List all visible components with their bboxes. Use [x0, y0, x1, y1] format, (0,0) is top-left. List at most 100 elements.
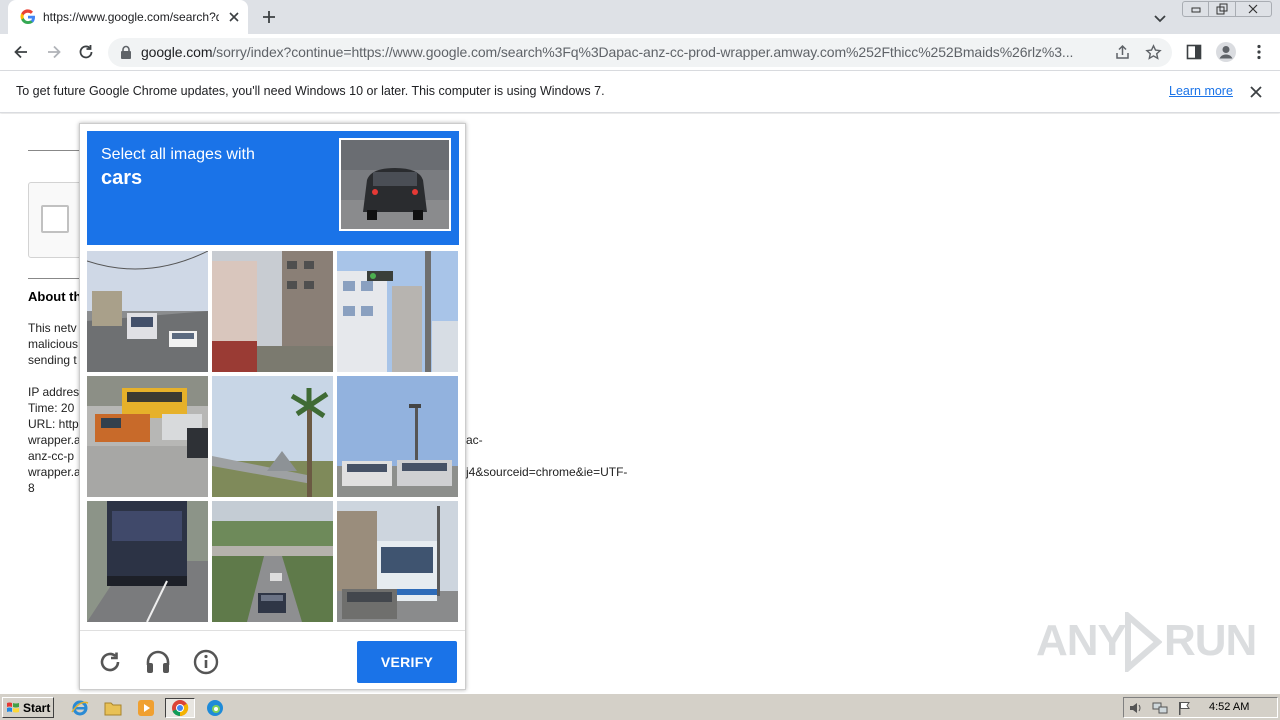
image-tile[interactable] [87, 376, 208, 497]
sample-image [339, 138, 451, 231]
url-host: google.com [141, 44, 213, 60]
update-infobar: To get future Google Chrome updates, you… [0, 71, 1280, 113]
chevron-down-icon[interactable] [1152, 10, 1168, 26]
reload-icon[interactable] [77, 43, 95, 61]
close-icon[interactable] [1249, 85, 1263, 99]
window-controls [1182, 1, 1272, 17]
more-menu-icon[interactable] [1250, 43, 1268, 61]
audio-challenge-icon[interactable] [145, 649, 171, 675]
play-logo-icon [1125, 612, 1162, 672]
image-tile[interactable] [212, 501, 333, 622]
anyrun-watermark: ANY RUN [1036, 612, 1257, 672]
google-favicon-icon [20, 9, 35, 25]
taskbar-explorer[interactable] [102, 698, 124, 718]
reload-challenge-icon[interactable] [97, 649, 123, 675]
close-icon [1248, 4, 1258, 14]
screen: https://www.google.com/search?q= google.… [0, 0, 1280, 720]
challenge-instruction: Select all images with [101, 146, 255, 163]
browser-toolbar: google.com/sorry/index?continue=https://… [0, 34, 1280, 71]
url-text[interactable]: google.com/sorry/index?continue=https://… [141, 44, 1111, 60]
info-icon[interactable] [193, 649, 219, 675]
image-tile[interactable] [87, 251, 208, 372]
recaptcha-checkbox[interactable] [41, 205, 69, 233]
lock-icon[interactable] [120, 45, 132, 60]
media-player-icon [138, 700, 154, 716]
minimize-button[interactable] [1183, 2, 1210, 16]
tile-image [337, 376, 458, 497]
page-text: URL: http [28, 417, 79, 431]
page-text: wrapper.a [28, 465, 81, 479]
taskbar-chrome[interactable] [165, 698, 195, 718]
page-text: sending t [28, 353, 77, 367]
challenge-target: cars [101, 167, 143, 189]
sample-car-image [341, 140, 449, 229]
learn-more-link[interactable]: Learn more [1169, 84, 1233, 98]
clock[interactable]: 4:52 AM [1209, 701, 1249, 713]
folder-icon [104, 702, 122, 716]
image-grid [87, 251, 459, 623]
page-text: j4&sourceid=chrome&ie=UTF- [466, 465, 628, 479]
challenge-footer: VERIFY [80, 630, 465, 690]
about-heading: About th [28, 289, 82, 304]
start-button[interactable]: Start [2, 697, 54, 718]
tile-image [212, 251, 333, 372]
tile-image [212, 501, 333, 622]
verify-button[interactable]: VERIFY [357, 641, 457, 683]
infobar-message: To get future Google Chrome updates, you… [16, 84, 605, 98]
browser-tab[interactable]: https://www.google.com/search?q= [8, 0, 248, 34]
side-panel-icon[interactable] [1185, 43, 1203, 61]
back-arrow-icon[interactable] [12, 43, 30, 61]
windows-logo-icon [7, 702, 19, 713]
minimize-icon [1191, 7, 1201, 13]
page-text: ac- [466, 433, 483, 447]
image-tile[interactable] [337, 376, 458, 497]
watermark-text-left: ANY [1036, 616, 1127, 665]
volume-icon[interactable] [1128, 701, 1144, 715]
tile-image [87, 501, 208, 622]
tile-image [337, 501, 458, 622]
challenge-header: Select all images with cars [87, 131, 459, 245]
image-tile[interactable] [337, 251, 458, 372]
forward-arrow-icon[interactable] [45, 43, 63, 61]
action-center-flag-icon[interactable] [1176, 701, 1192, 715]
page-text: 8 [28, 481, 35, 495]
tile-image [212, 376, 333, 497]
bookmark-star-icon[interactable] [1145, 44, 1162, 61]
taskbar-ie[interactable] [69, 698, 91, 718]
chrome-icon [172, 700, 189, 717]
tile-image [87, 376, 208, 497]
tab-title: https://www.google.com/search?q= [43, 10, 219, 24]
page-text: IP addres [28, 385, 80, 399]
tile-image [87, 251, 208, 372]
image-tile[interactable] [87, 501, 208, 622]
watermark-text-right: RUN [1164, 616, 1257, 665]
taskbar-edge[interactable] [204, 698, 226, 718]
edge-icon [207, 700, 223, 716]
address-bar[interactable]: google.com/sorry/index?continue=https://… [108, 38, 1172, 67]
taskbar-media-player[interactable] [135, 698, 157, 718]
tile-image [337, 251, 458, 372]
taskbar: Start 4:52 AM [0, 693, 1280, 720]
internet-explorer-icon [71, 700, 89, 716]
tab-close-icon[interactable] [226, 9, 242, 25]
close-window-button[interactable] [1236, 2, 1271, 16]
network-icon[interactable] [1152, 701, 1168, 715]
tab-strip: https://www.google.com/search?q= [0, 0, 1280, 34]
new-tab-icon[interactable] [260, 8, 278, 26]
start-label: Start [23, 700, 51, 715]
profile-avatar-icon[interactable] [1215, 41, 1237, 63]
url-path: /sorry/index?continue=https://www.google… [212, 44, 1074, 60]
restore-icon [1216, 3, 1228, 15]
recaptcha-challenge: Select all images with cars VERIFY [79, 123, 466, 690]
share-icon[interactable] [1114, 44, 1131, 61]
image-tile[interactable] [337, 501, 458, 622]
system-tray: 4:52 AM [1123, 697, 1278, 718]
image-tile[interactable] [212, 251, 333, 372]
restore-button[interactable] [1209, 2, 1236, 16]
page-text: anz-cc-p [28, 449, 75, 463]
page-text: Time: 20 [28, 401, 75, 415]
page-text: malicious [28, 337, 79, 351]
page-text: wrapper.a [28, 433, 81, 447]
image-tile[interactable] [212, 376, 333, 497]
page-text: This netv [28, 321, 77, 335]
